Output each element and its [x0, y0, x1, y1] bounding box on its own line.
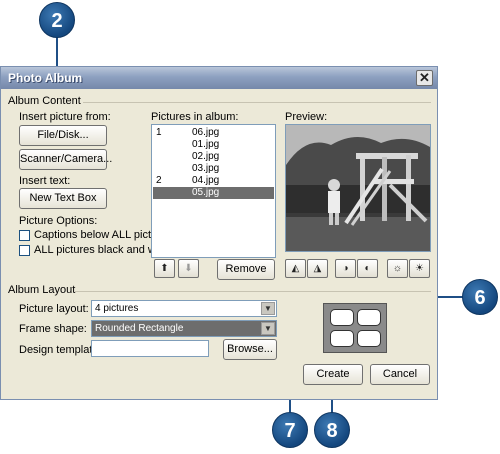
album-content-divider — [83, 102, 431, 103]
move-up-button[interactable]: ⬆ — [154, 259, 175, 278]
album-layout-group-label: Album Layout — [8, 284, 76, 296]
file-disk-button[interactable]: File/Disk... — [19, 125, 107, 146]
remove-button[interactable]: Remove — [217, 259, 275, 280]
picture-options-label: Picture Options: — [19, 215, 98, 227]
callout-2: 2 — [39, 2, 75, 38]
close-button[interactable]: ✕ — [416, 70, 433, 86]
design-template-input[interactable] — [91, 340, 209, 357]
contrast-up-button[interactable]: ◑ — [335, 259, 356, 278]
browse-button[interactable]: Browse... — [223, 339, 277, 360]
rotate-left-icon: ◭ — [291, 263, 300, 274]
list-item[interactable]: 2 04.jpg — [153, 175, 274, 187]
scanner-camera-button[interactable]: Scanner/Camera... — [19, 149, 112, 170]
chevron-down-icon[interactable]: ▼ — [261, 322, 275, 335]
insert-text-label: Insert text: — [19, 175, 71, 187]
chevron-down-icon[interactable]: ▼ — [261, 302, 275, 315]
frame-shape-label: Frame shape: — [19, 323, 87, 335]
callout-6: 6 — [462, 279, 498, 315]
new-text-box-button[interactable]: New Text Box — [19, 188, 107, 209]
close-icon: ✕ — [419, 70, 430, 85]
picture-layout-select[interactable]: 4 pictures ▼ — [91, 300, 277, 317]
frame-shape-select[interactable]: Rounded Rectangle ▼ — [91, 320, 277, 337]
cancel-button[interactable]: Cancel — [370, 364, 430, 385]
pictures-in-album-label: Pictures in album: — [151, 111, 239, 123]
rotate-left-button[interactable]: ◭ — [285, 259, 306, 278]
rotate-right-icon: ◮ — [313, 263, 322, 274]
album-content-group-label: Album Content — [8, 95, 81, 107]
pictures-list[interactable]: 1 06.jpg 01.jpg 02.jpg 03.jpg 2 04.jpg 05.… — [151, 124, 276, 258]
preview-frame — [285, 124, 431, 252]
move-down-icon: ⬇ — [184, 263, 193, 274]
brightness-up-icon: ☼ — [392, 263, 403, 274]
layout-preview — [323, 303, 387, 353]
insert-picture-label: Insert picture from: — [19, 111, 111, 123]
rotate-right-button[interactable]: ◮ — [307, 259, 328, 278]
contrast-down-icon: ◐ — [364, 263, 371, 274]
list-item[interactable]: 03.jpg — [153, 163, 274, 175]
move-down-button[interactable]: ⬇ — [178, 259, 199, 278]
move-up-icon: ⬆ — [160, 263, 169, 274]
brightness-up-button[interactable]: ☼ — [387, 259, 408, 278]
contrast-up-icon: ◑ — [342, 263, 349, 274]
list-item[interactable]: 1 06.jpg — [153, 127, 274, 139]
design-template-label: Design template: — [19, 344, 102, 356]
picture-layout-label: Picture layout: — [19, 303, 89, 315]
photo-album-dialog: Photo Album ✕ Album Content Insert pictu… — [0, 66, 438, 400]
captions-checkbox[interactable] — [19, 230, 30, 241]
list-item-selected[interactable]: 05.jpg — [153, 187, 274, 199]
title-bar: Photo Album ✕ — [1, 67, 437, 89]
picture-layout-value: 4 pictures — [95, 303, 139, 314]
list-item[interactable]: 02.jpg — [153, 151, 274, 163]
frame-shape-value: Rounded Rectangle — [95, 323, 184, 334]
callout-8: 8 — [314, 412, 350, 448]
black-white-checkbox[interactable] — [19, 245, 30, 256]
preview-label: Preview: — [285, 111, 328, 123]
album-layout-divider — [75, 291, 431, 292]
brightness-down-icon: ☀ — [415, 263, 424, 274]
window-title: Photo Album — [8, 71, 83, 85]
contrast-down-button[interactable]: ◐ — [357, 259, 378, 278]
create-button[interactable]: Create — [303, 364, 363, 385]
list-item[interactable]: 01.jpg — [153, 139, 274, 151]
brightness-down-button[interactable]: ☀ — [409, 259, 430, 278]
preview-image — [286, 125, 430, 251]
callout-7: 7 — [272, 412, 308, 448]
